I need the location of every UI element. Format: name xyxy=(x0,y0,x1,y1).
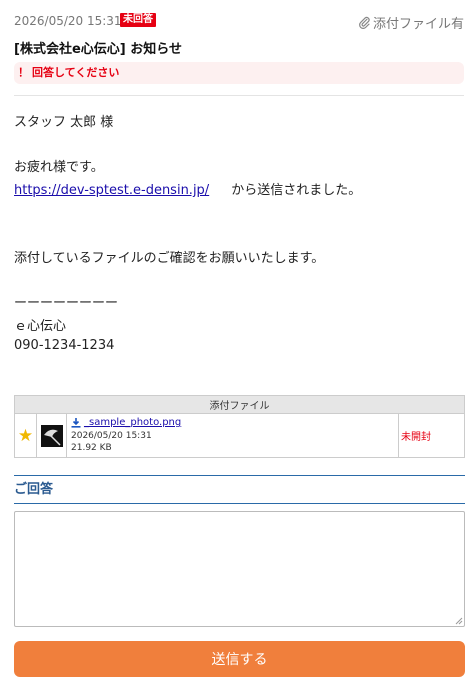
attachments-header: 添付ファイル xyxy=(14,395,465,414)
download-icon xyxy=(71,417,81,428)
table-row: ★ _sample_photo.png 2026/05/20 15:31 21.… xyxy=(14,413,465,458)
status-badge: 未回答 xyxy=(120,13,156,27)
signature-phone: 090-1234-1234 xyxy=(14,338,115,353)
alert-text: 回答してください xyxy=(32,66,120,79)
signature-name: ｅ心伝心 xyxy=(14,319,67,334)
paperclip-icon xyxy=(359,16,370,29)
answer-textarea[interactable] xyxy=(14,511,465,627)
body-greeting: スタッフ 太郎 様 xyxy=(14,115,114,130)
body-link[interactable]: https://dev-sptest.e-densin.jp/ xyxy=(14,183,209,198)
file-size: 21.92 KB xyxy=(71,443,112,453)
alert-icon: ！ xyxy=(18,66,29,79)
file-info-cell: _sample_photo.png 2026/05/20 15:31 21.92… xyxy=(66,413,399,458)
file-download-link[interactable]: _sample_photo.png xyxy=(71,417,394,428)
body-link-line: https://dev-sptest.e-densin.jp/から送信されました… xyxy=(14,179,361,198)
answer-section-title: ご回答 xyxy=(14,475,465,504)
body-link-suffix: から送信されました。 xyxy=(231,183,362,198)
submit-button[interactable]: 送信する xyxy=(14,641,465,677)
thumbnail-cell xyxy=(36,413,67,458)
file-thumbnail[interactable] xyxy=(40,424,63,447)
message-date: 2026/05/20 15:31 xyxy=(14,14,122,28)
attachment-indicator: 添付ファイル有 xyxy=(358,13,464,32)
file-status: 未開封 xyxy=(398,413,465,458)
signature-separator: ーーーーーーーー xyxy=(14,296,119,311)
message-header: 2026/05/20 15:31 未回答 添付ファイル有 xyxy=(14,13,464,32)
file-name: _sample_photo.png xyxy=(84,417,182,428)
body-line: 添付しているファイルのご確認をお願いいたします。 xyxy=(14,251,325,266)
answer-required-alert: ！回答してください xyxy=(14,62,464,84)
divider xyxy=(14,95,464,96)
resize-grip-icon[interactable] xyxy=(455,617,463,625)
message-subject: [株式会社e心伝心] お知らせ xyxy=(14,42,182,57)
file-date: 2026/05/20 15:31 xyxy=(71,431,152,441)
star-cell[interactable]: ★ xyxy=(14,413,37,458)
attachments-table: 添付ファイル ★ _sample_photo.png 2026/05/20 15… xyxy=(14,395,465,458)
star-icon[interactable]: ★ xyxy=(18,426,33,446)
attachment-indicator-label: 添付ファイル有 xyxy=(372,17,464,32)
body-line: お疲れ様です。 xyxy=(14,160,104,175)
